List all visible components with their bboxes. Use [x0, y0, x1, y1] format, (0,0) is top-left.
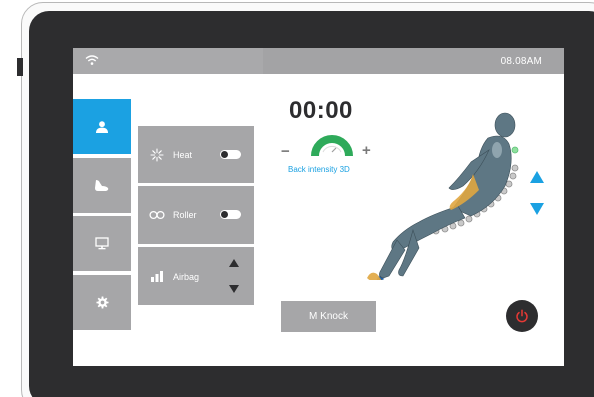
airbag-control: Airbag	[138, 247, 254, 305]
heat-label: Heat	[173, 150, 193, 160]
intensity-minus-button[interactable]: −	[281, 143, 290, 160]
power-icon	[516, 309, 528, 323]
heat-toggle-knob	[221, 151, 228, 158]
nav-profile-tab[interactable]	[73, 99, 131, 154]
massage-chair-illustration	[367, 112, 519, 280]
airbag-increase-arrow-icon[interactable]	[229, 259, 239, 267]
person-icon	[96, 120, 108, 133]
roller-control: Roller	[138, 186, 254, 244]
roller-toggle-knob	[221, 211, 228, 218]
roller-toggle[interactable]	[220, 210, 241, 219]
position-down-arrow-icon[interactable]	[530, 203, 544, 215]
foot-icon	[95, 180, 109, 191]
m-knock-button[interactable]: M Knock	[281, 301, 376, 332]
power-button[interactable]	[506, 300, 538, 332]
monitor-icon	[95, 237, 109, 250]
roller-label: Roller	[173, 210, 197, 220]
airbag-decrease-arrow-icon[interactable]	[229, 285, 239, 293]
status-bar-left	[73, 48, 263, 74]
airbag-label: Airbag	[173, 272, 200, 282]
nav-display-tab[interactable]	[73, 216, 131, 271]
screen: 08.08AM Heat Roller Airbag 00:00 − + Bac…	[73, 48, 564, 366]
position-up-arrow-icon[interactable]	[530, 171, 544, 183]
clock: 08.08AM	[500, 56, 542, 67]
airbag-icon	[151, 271, 163, 282]
heat-icon	[150, 148, 164, 162]
nav-settings-tab[interactable]	[73, 275, 131, 330]
wifi-icon	[85, 55, 99, 65]
heat-control: Heat	[138, 126, 254, 183]
gear-icon	[95, 296, 109, 309]
nav-foot-tab[interactable]	[73, 158, 131, 213]
heat-toggle[interactable]	[220, 150, 241, 159]
tablet-side-button	[17, 58, 23, 76]
roller-icon	[149, 210, 165, 220]
status-bar: 08.08AM	[73, 48, 564, 74]
